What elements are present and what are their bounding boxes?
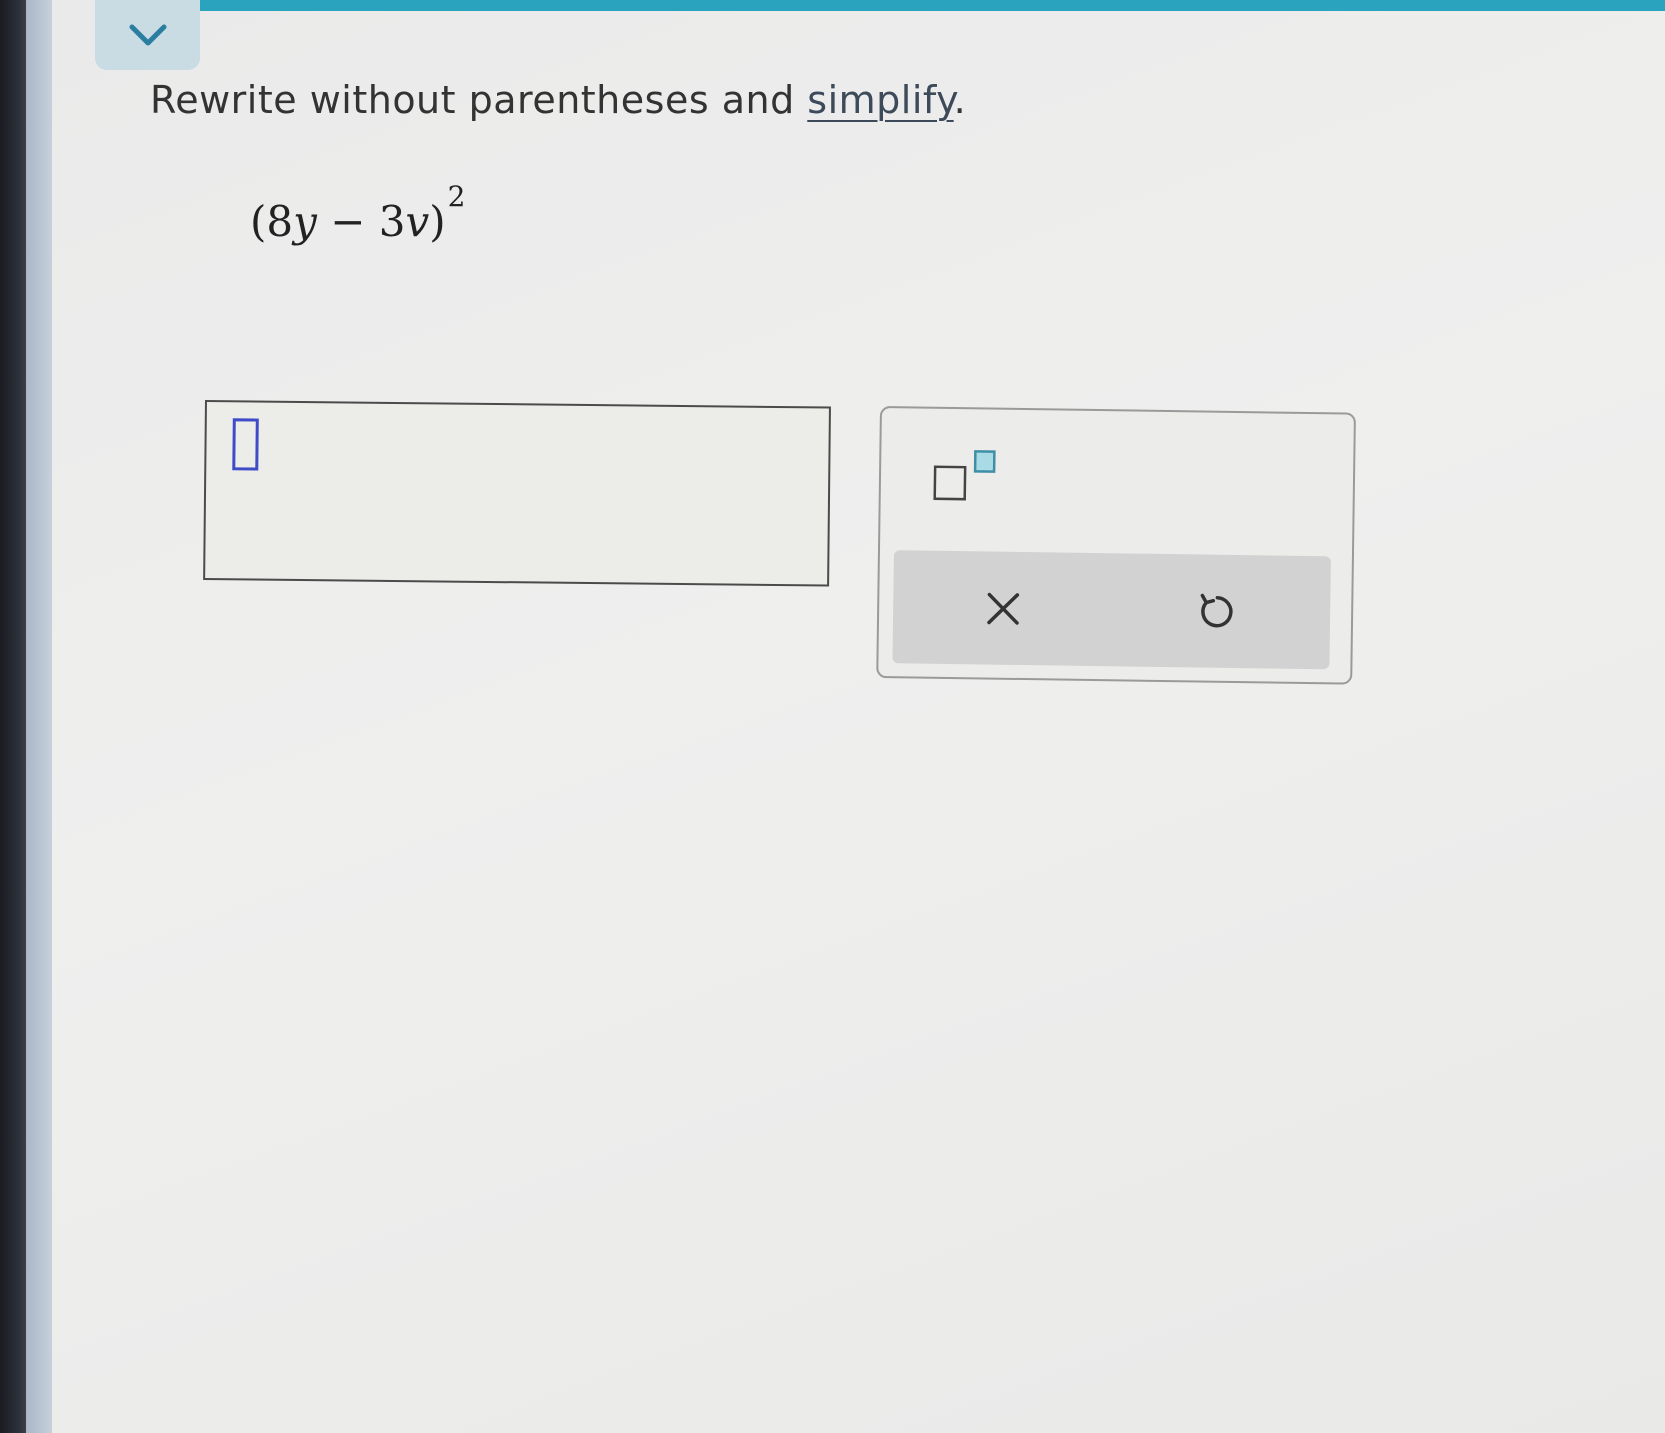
chevron-down-icon bbox=[129, 24, 166, 46]
expression-variable-v: v bbox=[405, 197, 430, 246]
undo-button[interactable] bbox=[1175, 576, 1256, 647]
clear-button[interactable] bbox=[963, 573, 1044, 644]
simplify-link[interactable]: simplify bbox=[807, 78, 953, 122]
close-icon bbox=[987, 592, 1020, 625]
expression-minus-term: − 3 bbox=[330, 197, 406, 246]
question-prompt: Rewrite without parentheses and simplify… bbox=[150, 78, 966, 122]
prompt-text: Rewrite without parentheses and bbox=[150, 78, 808, 122]
superscript-template-icon bbox=[933, 450, 996, 501]
left-edge-strip bbox=[26, 0, 52, 1433]
math-expression: (8y − 3v)2 bbox=[250, 180, 465, 246]
expression-close: ) bbox=[429, 197, 446, 246]
expression-exponent: 2 bbox=[447, 180, 466, 213]
keypad-action-bar bbox=[892, 550, 1331, 670]
prompt-period: . bbox=[953, 78, 967, 122]
expression-open: (8 bbox=[250, 197, 294, 246]
math-keypad bbox=[876, 406, 1356, 685]
screen-bezel bbox=[0, 0, 26, 1433]
superscript-button[interactable] bbox=[931, 447, 1008, 506]
undo-icon bbox=[1200, 593, 1233, 628]
collapse-toggle-button[interactable] bbox=[95, 0, 200, 70]
top-accent-bar bbox=[200, 0, 1665, 11]
input-cursor-placeholder bbox=[232, 418, 259, 471]
expression-variable-y: y bbox=[293, 197, 317, 246]
answer-input-field[interactable] bbox=[203, 400, 831, 587]
